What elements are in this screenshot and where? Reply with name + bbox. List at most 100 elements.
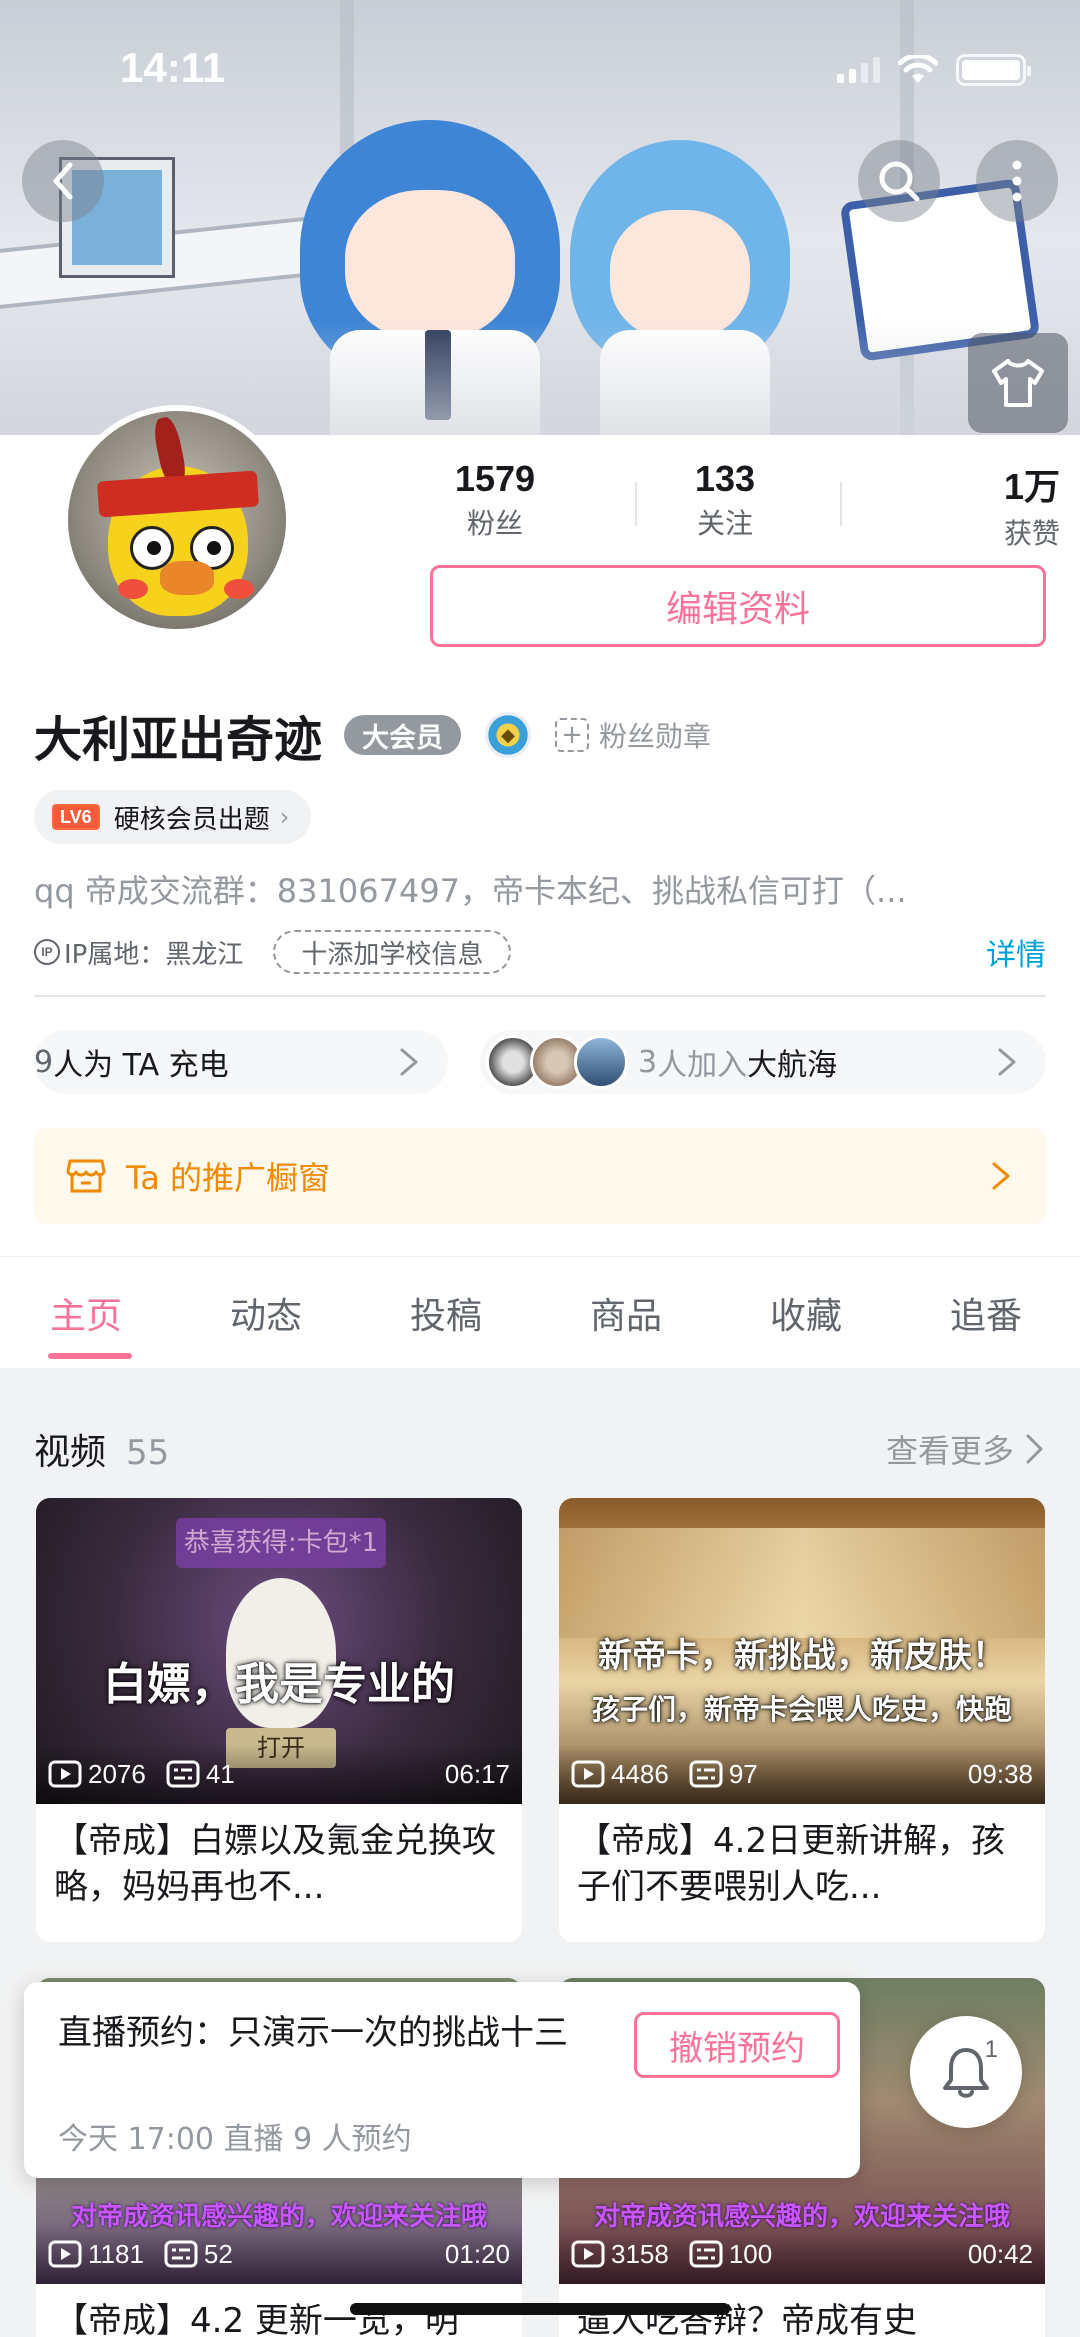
- more-vertical-icon: [1012, 160, 1022, 202]
- level-chip[interactable]: LV6 硬核会员出题 ›: [34, 790, 312, 844]
- bell-count: 1: [984, 2036, 998, 2063]
- danmaku-icon: [164, 2240, 198, 2268]
- play-count-icon: [48, 1760, 82, 1788]
- danmaku-count: 100: [728, 2238, 773, 2269]
- ip-row: IP IP属地：黑龙江 十添加学校信息 详情: [34, 930, 1046, 974]
- tshirt-icon: [992, 359, 1044, 407]
- search-icon: [879, 161, 920, 202]
- section-header: 视频 55: [34, 1423, 169, 1475]
- live-reservation-card[interactable]: 直播预约：只演示一次的挑战十三 今天 17:00 直播 9 人预约 撤销预约: [24, 1982, 860, 2178]
- stat-label: 粉丝: [466, 507, 523, 540]
- tab-goods[interactable]: 商品: [590, 1287, 662, 1339]
- video-card[interactable]: 恭喜获得:卡包*1 打开 白嫖，我是专业的 2076 41 06:17 【帝成】…: [36, 1498, 522, 1942]
- edit-profile-button[interactable]: 编辑资料: [430, 565, 1046, 647]
- fleet-text: 人加入: [657, 1048, 748, 1083]
- danmaku-count: 41: [205, 1758, 235, 1789]
- ip-location: IP属地：黑龙江: [64, 939, 244, 970]
- fleet-name: 大航海: [747, 1048, 838, 1083]
- home-indicator: [350, 2303, 730, 2315]
- chevron-right-icon: [400, 1048, 418, 1076]
- more-button[interactable]: [976, 140, 1058, 222]
- stat-label: 关注: [696, 507, 753, 540]
- play-count: 2076: [88, 1758, 146, 1789]
- divider: [635, 482, 637, 526]
- avatar[interactable]: [62, 405, 292, 635]
- fan-medal-label: 粉丝勋章: [599, 720, 712, 753]
- wifi-icon: [898, 55, 938, 83]
- chevron-right-icon: [1026, 1434, 1043, 1464]
- medal-icon[interactable]: ◆: [485, 712, 532, 758]
- video-card[interactable]: 新帝卡，新挑战，新皮肤！ 孩子们，新帝卡会喂人吃史，快跑 4486 97 09:…: [559, 1498, 1045, 1942]
- details-link[interactable]: 详情: [986, 930, 1046, 974]
- dress-up-button[interactable]: [968, 333, 1068, 433]
- chevron-right-icon: ›: [279, 803, 290, 831]
- live-reservation-subtitle: 今天 17:00 直播 9 人预约: [58, 2122, 412, 2157]
- danmaku-count: 97: [728, 1758, 758, 1789]
- signal-icon: [837, 57, 880, 83]
- duration: 00:42: [967, 2238, 1033, 2269]
- play-count: 1181: [88, 2238, 144, 2269]
- tab-indicator: [48, 1353, 132, 1359]
- tab-uploads[interactable]: 投稿: [410, 1287, 482, 1339]
- status-time: 14:11: [120, 44, 226, 91]
- level-chip-text: 硬核会员出题: [113, 804, 270, 835]
- tab-dynamics[interactable]: 动态: [230, 1287, 302, 1339]
- section-count: 55: [126, 1433, 170, 1473]
- live-reservation-title: 直播预约：只演示一次的挑战十三: [58, 2013, 568, 2053]
- stat-label: 获赞: [1003, 517, 1060, 550]
- duration: 09:38: [967, 1758, 1033, 1789]
- chevron-right-icon: [992, 1162, 1010, 1190]
- shop-window-label: Ta 的推广橱窗: [126, 1159, 331, 1197]
- level-badge: LV6: [52, 804, 100, 830]
- tab-bangumi[interactable]: 追番: [950, 1287, 1022, 1339]
- charge-row[interactable]: 9 人为 TA 充电: [34, 1030, 448, 1094]
- stat-following[interactable]: 133 关注: [670, 458, 780, 542]
- video-meta: 1181 52 01:20: [36, 2224, 522, 2284]
- battery-icon: [956, 54, 1031, 86]
- vip-badge[interactable]: 大会员: [344, 715, 462, 755]
- ip-icon: IP: [34, 939, 60, 965]
- notification-bell-button[interactable]: 1: [910, 2016, 1022, 2128]
- home-content: 视频 55 查看更多 恭喜获得:卡包*1 打开 白嫖，我是专业的 2076 41 …: [0, 1368, 1080, 2337]
- shop-window-row[interactable]: Ta 的推广橱窗: [34, 1128, 1046, 1224]
- stat-followers[interactable]: 1579 粉丝: [440, 458, 550, 542]
- back-button[interactable]: [22, 140, 104, 222]
- store-icon: [66, 1159, 106, 1193]
- username: 大利亚出奇迹: [34, 712, 323, 768]
- plus-icon: +: [555, 718, 590, 752]
- fleet-count: 3: [638, 1044, 658, 1080]
- thumb-caption: 白嫖，我是专业的: [103, 1659, 455, 1710]
- duration: 01:20: [444, 2238, 510, 2269]
- fleet-row[interactable]: 3 人加入 大航海: [480, 1030, 1046, 1094]
- play-count: 4486: [611, 1758, 669, 1789]
- tab-home[interactable]: 主页: [50, 1287, 122, 1339]
- video-title: 【帝成】白嫖以及氪金兑换攻略，妈妈再也不...: [54, 1821, 496, 1907]
- danmaku-icon: [689, 1760, 723, 1788]
- charge-count: 9: [34, 1044, 54, 1080]
- chevron-right-icon: [998, 1048, 1016, 1076]
- profile-tabs: 主页 动态 投稿 商品 收藏 追番: [0, 1256, 1080, 1368]
- video-meta: 2076 41 06:17: [36, 1744, 522, 1804]
- chevron-left-icon: [53, 162, 73, 200]
- stat-value: 1579: [454, 458, 536, 499]
- charge-text: 人为 TA 充电: [53, 1048, 229, 1083]
- fan-medal-button[interactable]: + 粉丝勋章: [555, 715, 711, 755]
- danmaku-icon: [166, 1760, 200, 1788]
- stat-likes[interactable]: 1万 获赞: [950, 458, 1060, 552]
- thumb-text: 恭喜获得:卡包*1: [176, 1518, 386, 1568]
- see-more-link[interactable]: 查看更多: [886, 1426, 1046, 1472]
- duration: 06:17: [444, 1758, 510, 1789]
- fleet-avatars: [486, 1035, 628, 1089]
- add-school-button[interactable]: 十添加学校信息: [273, 930, 512, 974]
- danmaku-icon: [689, 2240, 723, 2268]
- search-button[interactable]: [858, 140, 940, 222]
- bio[interactable]: qq 帝成交流群：831067497，帝卡本纪、挑战私信可打（...: [34, 866, 1044, 912]
- video-title: 【帝成】4.2日更新讲解，孩子们不要喂别人吃...: [577, 1821, 1006, 1907]
- banner-character: [345, 190, 515, 340]
- play-count-icon: [48, 2240, 82, 2268]
- video-thumbnail: 恭喜获得:卡包*1 打开 白嫖，我是专业的 2076 41 06:17: [36, 1498, 522, 1804]
- profile-stats: 1579 粉丝 133 关注 1万 获赞: [410, 458, 1060, 550]
- tab-favorites[interactable]: 收藏: [770, 1287, 842, 1339]
- cancel-reservation-button[interactable]: 撤销预约: [634, 2012, 840, 2078]
- status-icons: [837, 54, 1031, 86]
